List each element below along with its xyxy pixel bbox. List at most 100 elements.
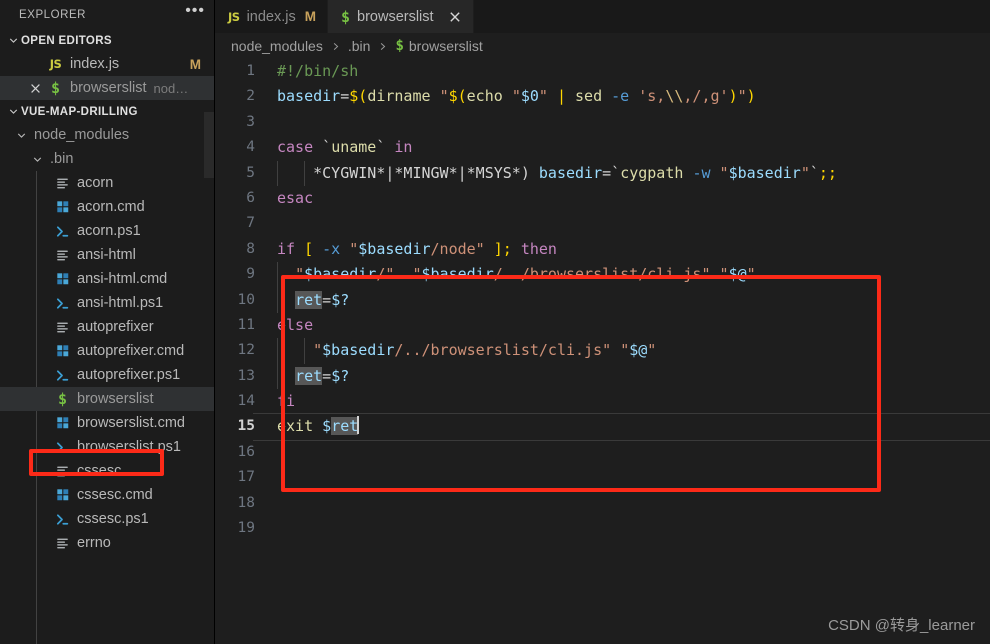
close-icon[interactable] bbox=[25, 82, 45, 95]
section-label: OPEN EDITORS bbox=[21, 34, 112, 47]
breadcrumb-label: browserslist bbox=[408, 38, 483, 54]
code-line[interactable]: 16 bbox=[215, 440, 990, 465]
line-number: 19 bbox=[237, 520, 255, 537]
code-editor[interactable]: 1 #!/bin/sh 2 basedir=$(dirname "$(echo … bbox=[215, 59, 990, 644]
open-editor-browserslist[interactable]: $ browserslist nod… bbox=[0, 76, 215, 100]
tab-label: browserslist bbox=[357, 8, 434, 25]
tree-file-errno[interactable]: errno bbox=[0, 531, 215, 555]
breadcrumb-label: node_modules bbox=[231, 38, 323, 54]
line-content bbox=[265, 516, 990, 541]
shell-file-icon: $ bbox=[340, 7, 351, 26]
tree-file-browserslist-ps1[interactable]: browserslist.ps1 bbox=[0, 435, 215, 459]
open-editor-index-js[interactable]: JS index.js M bbox=[0, 52, 215, 76]
line-number: 12 bbox=[237, 342, 255, 359]
line-number: 18 bbox=[237, 494, 255, 511]
tree-file-ansi-html-ps1[interactable]: ansi-html.ps1 bbox=[0, 291, 215, 315]
windows-cmd-icon bbox=[53, 488, 72, 502]
vscode-window: EXPLORER ••• OPEN EDITORS JS index.js M … bbox=[0, 0, 990, 644]
tree-item-label: browserslist bbox=[77, 391, 154, 407]
code-line[interactable]: 9 "$basedir/" "$basedir/../browserslist/… bbox=[215, 262, 990, 288]
tree-file-browserslist-cmd[interactable]: browserslist.cmd bbox=[0, 411, 215, 435]
tree-file-ansi-html-cmd[interactable]: ansi-html.cmd bbox=[0, 267, 215, 291]
tree-item-label: autoprefixer bbox=[77, 319, 154, 335]
explorer-header: EXPLORER ••• bbox=[0, 0, 215, 29]
line-number: 14 bbox=[237, 393, 255, 410]
chevron-down-icon bbox=[5, 33, 21, 49]
tree-file-autoprefixer[interactable]: autoprefixer bbox=[0, 315, 215, 339]
line-content bbox=[265, 491, 990, 516]
code-line[interactable]: 7 bbox=[215, 211, 990, 236]
tree-file-cssesc-cmd[interactable]: cssesc.cmd bbox=[0, 483, 215, 507]
breadcrumb-item-browserslist[interactable]: $ browserslist bbox=[395, 38, 482, 54]
tree-file-autoprefixer-ps1[interactable]: autoprefixer.ps1 bbox=[0, 363, 215, 387]
code-line[interactable]: 18 bbox=[215, 491, 990, 516]
text-cursor bbox=[357, 416, 360, 435]
line-number: 8 bbox=[246, 240, 255, 257]
code-line[interactable]: 13 ret=$? bbox=[215, 363, 990, 390]
tree-file-acorn[interactable]: acorn bbox=[0, 171, 215, 195]
tab-index-js[interactable]: JS index.js M bbox=[215, 0, 328, 33]
line-content: *CYGWIN*|*MINGW*|*MSYS*) basedir=`cygpat… bbox=[265, 160, 990, 186]
tree-item-label: browserslist.cmd bbox=[77, 415, 185, 431]
code-line[interactable]: 19 bbox=[215, 516, 990, 541]
code-line[interactable]: 3 bbox=[215, 110, 990, 135]
tree-file-autoprefixer-cmd[interactable]: autoprefixer.cmd bbox=[0, 339, 215, 363]
tree-file-acorn-cmd[interactable]: acorn.cmd bbox=[0, 195, 215, 219]
chevron-down-icon bbox=[13, 127, 29, 143]
code-line[interactable]: 11 else bbox=[215, 313, 990, 338]
breadcrumb: node_modules .bin $ browserslist bbox=[215, 33, 990, 59]
breadcrumb-item-bin[interactable]: .bin bbox=[348, 38, 371, 54]
code-line[interactable]: 10 ret=$? bbox=[215, 287, 990, 313]
line-content: exit $ret bbox=[253, 413, 990, 442]
shell-file-icon: $ bbox=[395, 38, 404, 54]
tab-bar-empty-space bbox=[473, 0, 990, 33]
code-line[interactable]: 4 case `uname` in bbox=[215, 135, 990, 160]
tab-browserslist[interactable]: $ browserslist bbox=[327, 0, 474, 33]
tree-file-cssesc-ps1[interactable]: cssesc.ps1 bbox=[0, 507, 215, 531]
line-number: 5 bbox=[246, 164, 255, 181]
section-vue-map-drilling[interactable]: VUE-MAP-DRILLING bbox=[0, 100, 215, 123]
line-content bbox=[265, 440, 990, 465]
code-line[interactable]: 17 bbox=[215, 465, 990, 490]
tree-folder-bin[interactable]: .bin bbox=[0, 147, 215, 171]
tree-item-label: cssesc bbox=[77, 463, 122, 479]
code-line[interactable]: 14 fi bbox=[215, 389, 990, 414]
code-line[interactable]: 1 #!/bin/sh bbox=[215, 59, 990, 84]
open-editor-label: browserslist bbox=[70, 80, 147, 96]
line-number: 15 bbox=[237, 418, 255, 435]
text-file-icon bbox=[53, 536, 72, 551]
tree-file-acorn-ps1[interactable]: acorn.ps1 bbox=[0, 219, 215, 243]
line-content: esac bbox=[277, 188, 314, 207]
line-content bbox=[265, 465, 990, 490]
word-occurrence-highlight: ret bbox=[295, 290, 323, 309]
js-file-icon: JS bbox=[228, 9, 240, 24]
ellipsis-icon[interactable]: ••• bbox=[185, 3, 205, 22]
code-line[interactable]: 8 if [ -x "$basedir/node" ]; then bbox=[215, 237, 990, 262]
tree-folder-node-modules[interactable]: node_modules bbox=[0, 123, 215, 147]
tree-file-ansi-html[interactable]: ansi-html bbox=[0, 243, 215, 267]
tab-bar: JS index.js M $ browserslist bbox=[215, 0, 990, 33]
tree-file-browserslist[interactable]: $ browserslist bbox=[0, 387, 215, 411]
shell-file-icon: $ bbox=[50, 79, 61, 97]
line-number: 3 bbox=[246, 113, 255, 130]
section-open-editors[interactable]: OPEN EDITORS bbox=[0, 29, 215, 52]
code-line-active[interactable]: 15 exit $ret bbox=[215, 413, 990, 442]
tree-file-cssesc[interactable]: cssesc bbox=[0, 459, 215, 483]
explorer-title: EXPLORER bbox=[19, 8, 87, 21]
text-file-icon bbox=[53, 176, 72, 191]
word-occurrence-highlight: ret bbox=[295, 366, 323, 385]
code-line[interactable]: 5 *CYGWIN*|*MINGW*|*MSYS*) basedir=`cygp… bbox=[215, 160, 990, 186]
close-icon[interactable] bbox=[448, 10, 462, 24]
breadcrumb-item-node-modules[interactable]: node_modules bbox=[231, 38, 323, 54]
line-content: if [ -x "$basedir/node" ]; then bbox=[277, 239, 557, 258]
tree-item-label: acorn.cmd bbox=[77, 199, 145, 215]
code-line[interactable]: 12 "$basedir/../browserslist/cli.js" "$@… bbox=[215, 338, 990, 364]
line-content bbox=[265, 211, 990, 236]
code-line[interactable]: 2 basedir=$(dirname "$(echo "$0" | sed -… bbox=[215, 84, 990, 109]
code-line[interactable]: 6 esac bbox=[215, 186, 990, 211]
line-number: 2 bbox=[246, 88, 255, 105]
line-number: 13 bbox=[237, 367, 255, 384]
windows-cmd-icon bbox=[53, 200, 72, 214]
line-content: ret=$? bbox=[265, 287, 990, 313]
tree-item-label: ansi-html.ps1 bbox=[77, 295, 164, 311]
